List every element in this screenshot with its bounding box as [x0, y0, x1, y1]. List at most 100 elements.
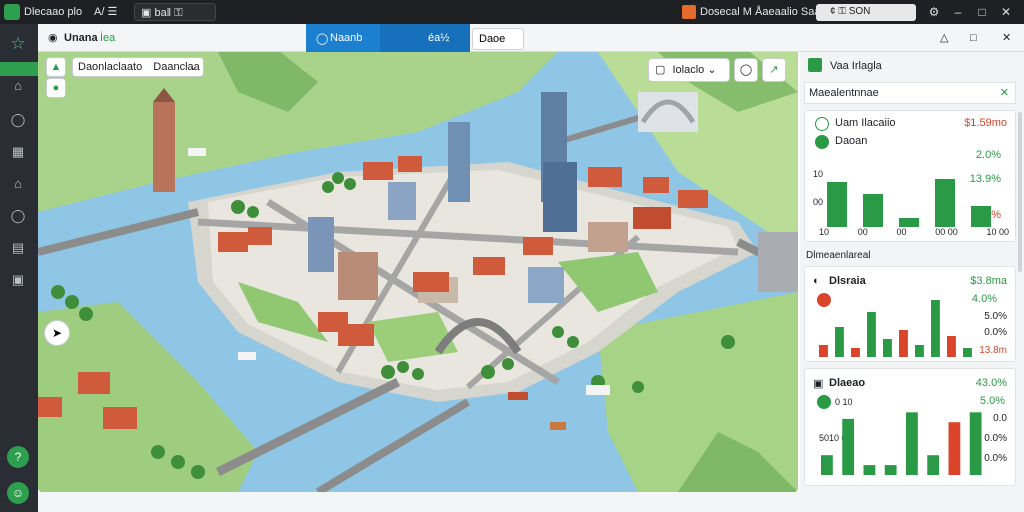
- panel-scrollbar[interactable]: [1018, 112, 1022, 272]
- card1-x-label: 00: [857, 227, 868, 237]
- chart-icon: ▣: [813, 378, 824, 390]
- check-icon: [815, 135, 829, 149]
- tab-secondary-label: éa½: [428, 32, 450, 44]
- chart-bar: [851, 348, 860, 357]
- toolbar-button[interactable]: Daoe: [472, 28, 524, 50]
- maximize-icon[interactable]: □: [972, 3, 992, 21]
- chart-bar: [827, 182, 847, 227]
- card1-x-label: 00 00: [935, 227, 958, 237]
- chart-bar: [842, 418, 855, 475]
- map-illustration: [38, 52, 798, 492]
- close-icon[interactable]: ✕: [1000, 83, 1009, 103]
- settings-icon[interactable]: ⚙: [924, 3, 944, 21]
- card3-title: Dlaeao: [829, 377, 866, 389]
- status-icon: [815, 117, 829, 131]
- panel-title: Vaa Irlagla: [830, 60, 882, 72]
- filter-icon: ▢: [655, 64, 666, 76]
- title-bar: Dlecaao plo A/ ☰ ▣ baǁ ⚿ Dosecal M Åaeaa…: [0, 0, 1024, 24]
- home-icon[interactable]: ⌂: [8, 76, 28, 96]
- compass-icon: ◯: [316, 33, 329, 45]
- chart-bar: [963, 348, 972, 357]
- chart-bar: [935, 179, 955, 227]
- page-subtitle: İea: [100, 32, 116, 44]
- pin-location-icon[interactable]: ◯: [734, 58, 758, 82]
- chart-bar: [899, 218, 919, 227]
- pin-icon[interactable]: △: [940, 28, 948, 48]
- user-avatar-icon[interactable]: ☺: [7, 482, 29, 504]
- window-icon[interactable]: □: [970, 28, 977, 48]
- tab-active-label: Naanb: [330, 32, 363, 44]
- card1-item2: Daoan: [835, 135, 868, 147]
- calendar-icon[interactable]: ▦: [8, 142, 28, 162]
- chart-bar: [883, 339, 892, 357]
- filter-button[interactable]: ▢ Iolaclo ⌄: [648, 58, 730, 82]
- chart-icon[interactable]: ▤: [8, 238, 28, 258]
- card2-value: $3.8ma: [970, 275, 1007, 287]
- chevron-down-icon: ⌄: [188, 61, 198, 73]
- card1-y-tick-2: 00: [813, 197, 824, 207]
- window-tab-1[interactable]: A/ ☰: [88, 3, 128, 21]
- panel-icon: [808, 58, 822, 72]
- panel-search-input[interactable]: Maealentnnae ✕: [804, 82, 1016, 104]
- location-icon[interactable]: ●: [46, 78, 66, 98]
- metrics-card-1: Uam Ilacaiio $1.59mo Daoan 2.0% 10 00 13…: [804, 110, 1016, 242]
- card2-tick: 0.0%: [984, 327, 1007, 338]
- active-indicator: [0, 62, 38, 76]
- card2-tick: 5.0%: [984, 311, 1007, 322]
- card1-item1-value: $1.59mo: [964, 117, 1007, 129]
- building-icon[interactable]: ⌂: [8, 174, 28, 194]
- pie-icon: ◐: [813, 275, 820, 287]
- chart-bar: [863, 465, 876, 475]
- share-icon[interactable]: ↗: [762, 58, 786, 82]
- card3-bar-chart: [821, 412, 982, 475]
- chart-bar: [821, 455, 833, 475]
- chart-bar: [863, 194, 883, 227]
- chart-bar: [899, 330, 908, 357]
- card1-x-label: 10: [819, 227, 830, 237]
- close-panel-icon[interactable]: ✕: [1002, 28, 1011, 48]
- toolbar-button-label: Daoe: [479, 33, 506, 45]
- extension-icon[interactable]: [682, 5, 696, 19]
- card1-x-axis: 10 00 00 00 00 10 00: [819, 227, 1009, 237]
- card3-value: 43.0%: [975, 377, 1007, 389]
- chart-bar: [906, 412, 918, 475]
- filter-label: Iolaclo: [672, 64, 705, 76]
- card3-value2: 5.0%: [979, 395, 1005, 407]
- star-icon[interactable]: ☆: [8, 34, 28, 54]
- title-search-field[interactable]: ¢ ⚿ SON: [816, 4, 916, 21]
- metrics-card-3: ▣ Dlaeao 43.0% 5.0% 0 10 5010 00 0.0 0.0…: [804, 368, 1016, 486]
- tab-secondary[interactable]: éa½: [380, 24, 470, 52]
- toolbar: ◉ Unana İea ◯ Naanb éa½ Daoe △ □ ✕: [38, 24, 1024, 52]
- map-navigate-button[interactable]: ➤: [44, 320, 70, 346]
- card2-tick: 13.8m: [979, 345, 1007, 356]
- chart-bar: [915, 345, 924, 357]
- globe-icon[interactable]: ◯: [8, 110, 28, 130]
- map-dropdown-label: Daonlaclaato: [78, 61, 143, 73]
- card3-left-item: 0 10: [835, 397, 853, 407]
- help-icon[interactable]: ?: [7, 446, 29, 468]
- city-map-view[interactable]: ▲ ● Daonlaclaato Daanclaa ⌄ ▢ Iolaclo ⌄ …: [38, 52, 798, 492]
- chevron-down-icon: ⌄: [707, 64, 717, 76]
- card1-item1: Uam Ilacaiio: [835, 117, 896, 129]
- card3-tick: 0.0: [993, 413, 1007, 424]
- map-dropdown[interactable]: Daonlaclaato Daanclaa ⌄: [72, 57, 204, 77]
- close-icon[interactable]: ✕: [996, 3, 1016, 21]
- minimize-icon[interactable]: –: [948, 3, 968, 21]
- bridge-west: [38, 208, 199, 256]
- chart-bar: [971, 206, 991, 227]
- chart-bar: [931, 300, 940, 357]
- image-icon[interactable]: ▣: [8, 270, 28, 290]
- chart-bar: [947, 336, 956, 357]
- card1-item2-value: 2.0%: [975, 149, 1001, 161]
- card1-y-tick-1: 10: [813, 169, 824, 179]
- section-label: Dlmeaenlareal: [806, 250, 871, 261]
- chart-bar: [884, 465, 897, 475]
- chat-icon[interactable]: ◯: [8, 206, 28, 226]
- card2-bar-chart: [819, 300, 972, 357]
- chart-bar: [969, 412, 982, 475]
- chart-bar: [835, 327, 844, 357]
- layers-icon[interactable]: ▲: [46, 57, 66, 77]
- landmark-tower: [153, 102, 175, 192]
- tower-3: [543, 162, 577, 232]
- window-tab-2[interactable]: ▣ baǁ ⚿: [134, 3, 216, 21]
